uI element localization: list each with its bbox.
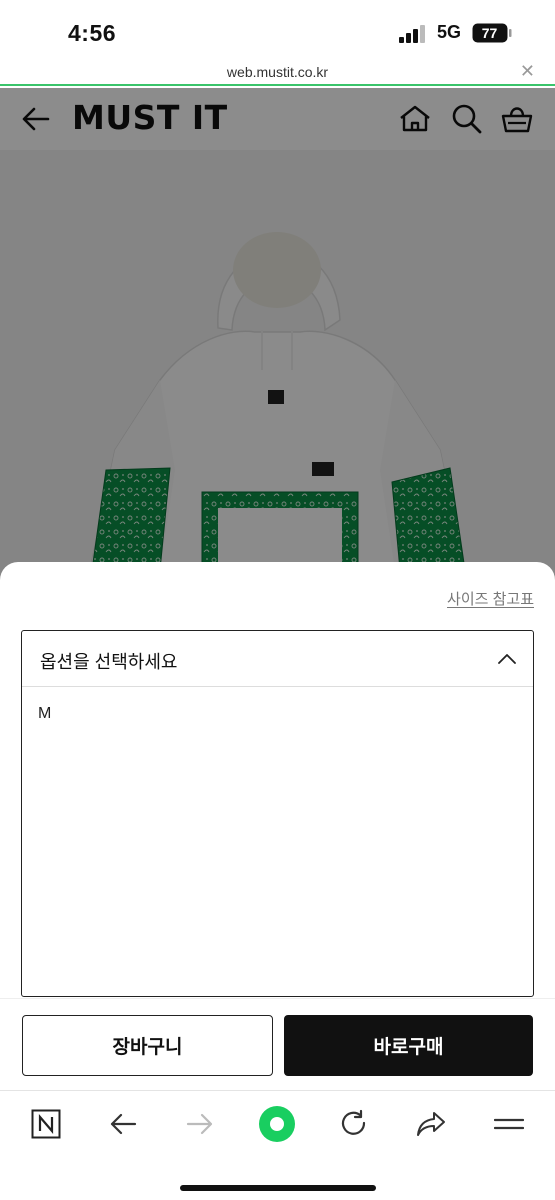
option-select[interactable]: 옵션을 선택하세요 M	[21, 630, 534, 997]
option-bottom-sheet: 사이즈 참고표 옵션을 선택하세요 M 장바구니 바로구매	[0, 562, 555, 1090]
url-bar[interactable]: web.mustit.co.kr ✕	[0, 58, 555, 86]
option-select-header[interactable]: 옵션을 선택하세요	[22, 631, 533, 687]
back-icon[interactable]	[108, 1109, 138, 1139]
home-indicator	[180, 1185, 376, 1191]
buy-now-button[interactable]: 바로구매	[284, 1015, 533, 1076]
naver-n-icon[interactable]	[31, 1109, 61, 1139]
green-dot-icon[interactable]	[258, 1105, 296, 1143]
url-text[interactable]: web.mustit.co.kr	[0, 64, 555, 80]
battery-level: 77	[482, 25, 498, 41]
share-icon[interactable]	[416, 1109, 446, 1139]
close-icon[interactable]: ✕	[520, 61, 535, 82]
chevron-up-icon[interactable]	[497, 649, 517, 669]
browser-toolbar	[0, 1090, 555, 1200]
action-bar: 장바구니 바로구매	[0, 998, 555, 1090]
status-bar: 4:56 5G 77	[0, 0, 555, 58]
signal-icon	[399, 25, 425, 43]
network-type: 5G	[437, 22, 462, 42]
forward-icon	[186, 1113, 213, 1135]
option-select-label: 옵션을 선택하세요	[40, 652, 178, 672]
battery-icon: 77	[472, 23, 512, 43]
menu-icon[interactable]	[494, 1109, 524, 1139]
option-item[interactable]: M	[38, 705, 51, 723]
status-time: 4:56	[68, 20, 117, 46]
size-chart-link[interactable]: 사이즈 참고표	[447, 588, 534, 609]
refresh-icon[interactable]	[339, 1109, 369, 1139]
add-to-cart-button[interactable]: 장바구니	[22, 1015, 273, 1076]
